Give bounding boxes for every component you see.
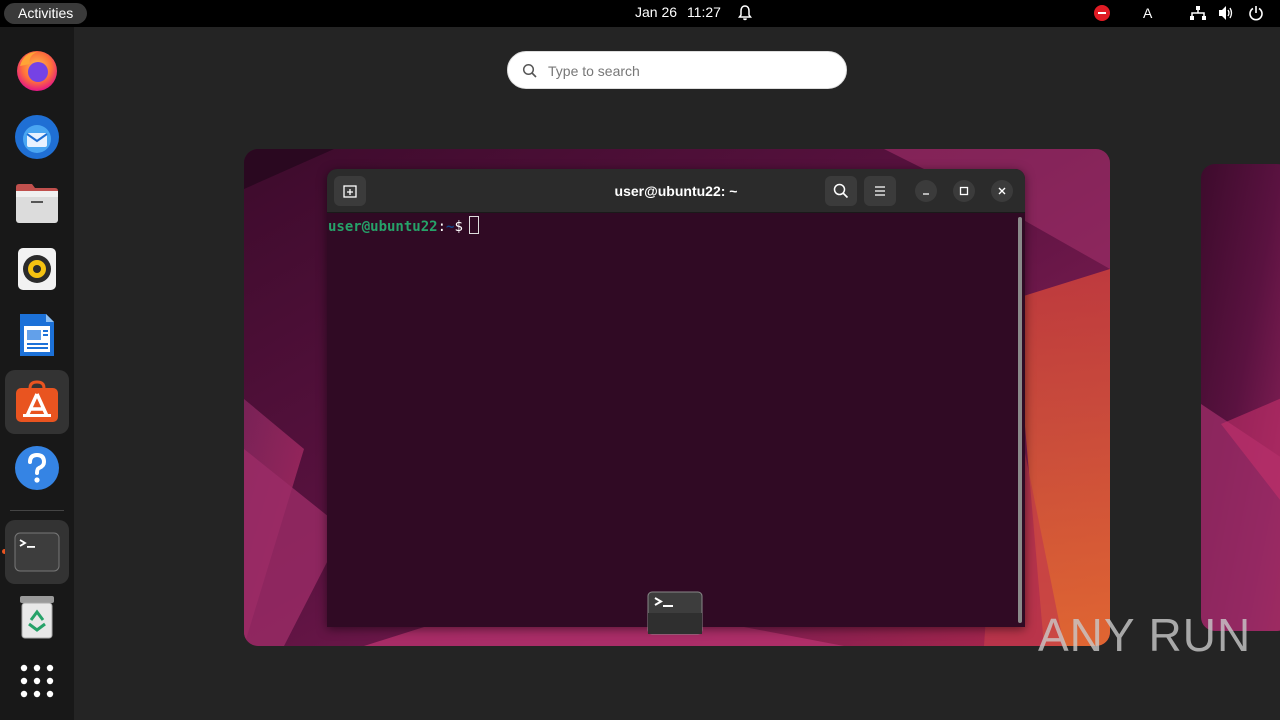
trash-icon: [20, 596, 54, 639]
firefox-icon: [17, 51, 57, 91]
keyboard-layout-indicator[interactable]: A: [1143, 5, 1152, 21]
terminal-search-button[interactable]: [825, 176, 857, 206]
volume-icon[interactable]: [1218, 5, 1234, 21]
minimize-icon: [923, 193, 929, 195]
dock-terminal[interactable]: [5, 520, 69, 584]
dock-rhythmbox[interactable]: [5, 237, 69, 301]
top-bar: Activities Jan 26 11:27 A: [0, 0, 1280, 27]
notification-bell-icon: [738, 5, 752, 21]
terminal-cursor: [468, 216, 479, 234]
files-icon: [16, 184, 58, 223]
thunderbird-icon: [15, 115, 59, 159]
search-icon: [522, 63, 537, 78]
workspace-thumbnail-2[interactable]: [1201, 164, 1280, 631]
rhythmbox-icon: [18, 248, 56, 290]
power-icon[interactable]: [1248, 5, 1264, 21]
minimize-button[interactable]: [915, 180, 937, 202]
hamburger-menu-icon: [875, 186, 885, 196]
dock-trash[interactable]: [5, 585, 69, 649]
network-icon[interactable]: [1190, 6, 1206, 20]
dock-firefox[interactable]: [5, 39, 69, 103]
overview-search[interactable]: [507, 51, 847, 89]
wallpaper-2: [1201, 164, 1280, 631]
dock-separator: [10, 510, 64, 511]
search-icon: [833, 183, 849, 199]
dock-files[interactable]: [5, 171, 69, 235]
prompt-separator: :: [437, 219, 447, 235]
dock-thunderbird[interactable]: [5, 105, 69, 169]
app-grid-icon: [20, 664, 54, 698]
terminal-window[interactable]: user@ubuntu22: ~ user@ubuntu22:~$: [327, 169, 1025, 627]
clock-time: 11:27: [686, 4, 721, 20]
prompt-user: user@ubuntu22: [328, 219, 438, 235]
terminal-headerbar[interactable]: user@ubuntu22: ~: [327, 169, 1025, 213]
anyrun-watermark: ANY RUN: [1038, 609, 1252, 661]
show-applications-button[interactable]: [5, 649, 69, 713]
close-icon: [998, 187, 1006, 195]
prompt-symbol: $: [454, 219, 463, 235]
maximize-icon: [959, 186, 969, 196]
dock: [0, 27, 74, 720]
search-input[interactable]: [548, 60, 828, 82]
writer-icon: [20, 314, 54, 356]
activities-button[interactable]: Activities: [4, 3, 88, 24]
dock-help[interactable]: [5, 436, 69, 500]
help-icon: [15, 446, 59, 490]
terminal-app-icon: [647, 591, 703, 635]
maximize-button[interactable]: [953, 180, 975, 202]
clock-date: Jan 26: [635, 4, 678, 20]
dock-libreoffice-writer[interactable]: [5, 303, 69, 367]
dock-ubuntu-software[interactable]: [5, 370, 69, 434]
clock[interactable]: Jan 26 11:27: [635, 4, 727, 20]
terminal-scrollbar[interactable]: [1018, 217, 1022, 623]
close-button[interactable]: [991, 180, 1013, 202]
terminal-content[interactable]: user@ubuntu22:~$: [327, 213, 1025, 627]
terminal-icon: [14, 532, 60, 572]
ubuntu-software-icon: [16, 380, 58, 422]
do-not-disturb-icon[interactable]: [1094, 5, 1110, 21]
terminal-menu-button[interactable]: [864, 176, 896, 206]
